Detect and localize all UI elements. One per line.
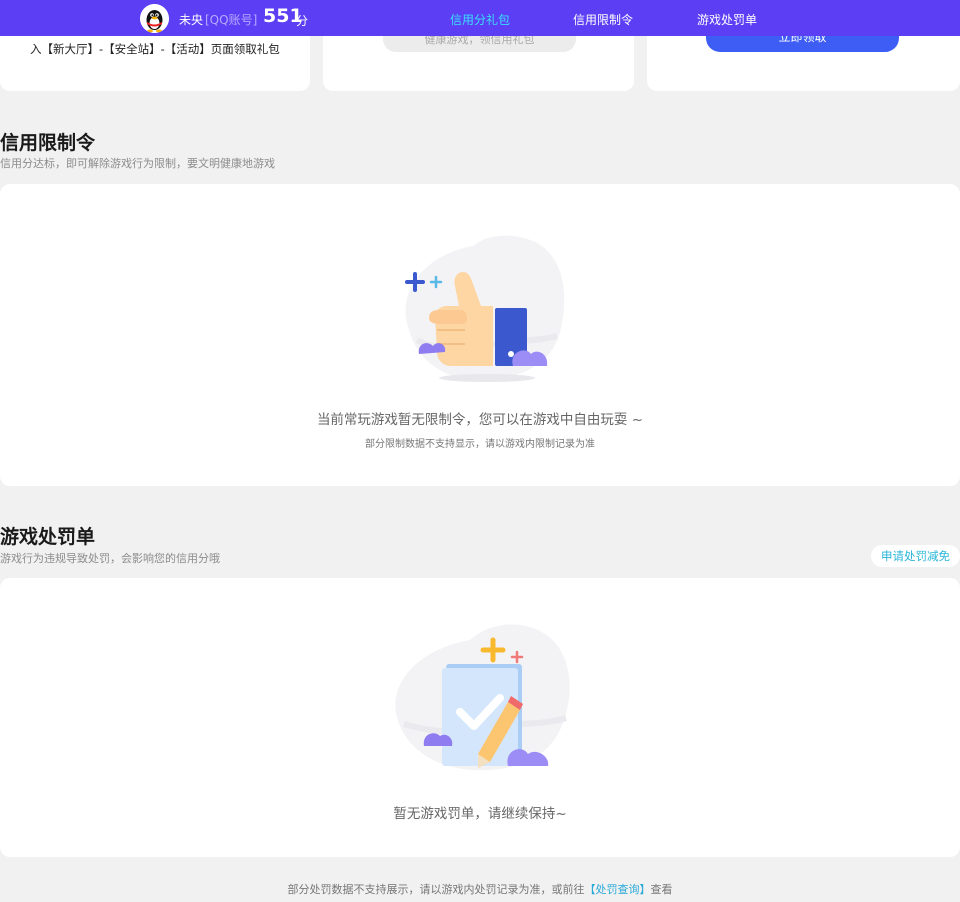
user-name: 未央 (179, 13, 204, 27)
restriction-section-title: 信用限制令 (0, 132, 96, 154)
thumbs-up-icon (405, 235, 565, 382)
gift-card-instruction: 入【新大厅】-【安全站】-【活动】页面领取礼包 (30, 42, 280, 56)
account-type: [QQ账号] (205, 13, 258, 27)
tab-game-penalty[interactable]: 游戏处罚单 (697, 11, 757, 28)
penalty-empty-message: 暂无游戏罚单，请继续保持~ (393, 806, 567, 822)
top-nav-bar: 未央 [QQ账号] 551 分 信用分礼包 信用限制令 游戏处罚单 (0, 0, 960, 36)
score-unit: 分 (296, 14, 309, 28)
tab-credit-restriction[interactable]: 信用限制令 (573, 11, 633, 28)
penalty-section-subtitle: 游戏行为违规导致处罚，会影响您的信用分哦 (0, 552, 220, 565)
penalty-footer-note: 部分处罚数据不支持展示，请以游戏内处罚记录为准，或前往【处罚查询】查看 (0, 881, 960, 897)
apply-penalty-reduction-button[interactable]: 申请处罚减免 (871, 545, 960, 567)
tab-credit-gift[interactable]: 信用分礼包 (450, 11, 510, 28)
penalty-query-link[interactable]: 【处罚查询】 (585, 883, 651, 896)
restriction-empty-message: 当前常玩游戏暂无限制令，您可以在游戏中自由玩耍 ~ (316, 412, 644, 428)
footer-prefix: 部分处罚数据不支持展示，请以游戏内处罚记录为准，或前往 (287, 883, 585, 896)
clipboard-check-icon (395, 624, 570, 771)
penalty-panel: 暂无游戏罚单，请继续保持~ (0, 578, 960, 857)
restriction-section-subtitle: 信用分达标，即可解除游戏行为限制，要文明健康地游戏 (0, 157, 275, 170)
footer-suffix: 查看 (650, 883, 673, 896)
qq-penguin-avatar[interactable] (140, 4, 169, 33)
restriction-panel: 当前常玩游戏暂无限制令，您可以在游戏中自由玩耍 ~ 部分限制数据不支持显示，请以… (0, 184, 960, 486)
restriction-empty-note: 部分限制数据不支持显示，请以游戏内限制记录为准 (365, 439, 595, 450)
penalty-section-title: 游戏处罚单 (0, 526, 96, 548)
